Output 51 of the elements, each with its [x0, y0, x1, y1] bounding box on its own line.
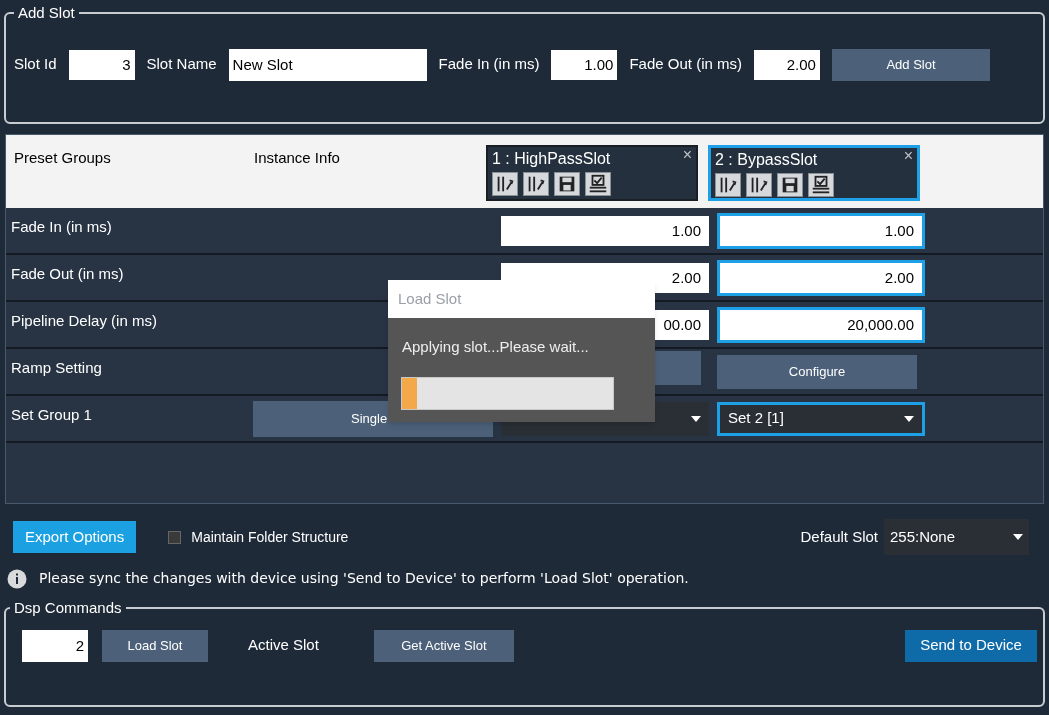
slot-title: 2 : BypassSlot	[715, 150, 818, 170]
row-label: Fade Out (in ms)	[10, 264, 125, 284]
dialog-title: Load Slot	[398, 288, 462, 309]
slot-card[interactable]: 1 : HighPassSlot ×	[486, 145, 698, 201]
info-icon	[7, 568, 27, 589]
column-header: Preset Groups	[13, 148, 112, 168]
slot-card[interactable]: 2 : BypassSlot ×	[708, 145, 920, 201]
info-message: Please sync the changes with device using 'Send to Device' to perform 'Load Slot' operation.	[39, 569, 689, 588]
group-title: Dsp Commands	[13, 598, 123, 618]
configure-button[interactable]: Configure	[717, 354, 917, 389]
checklist-icon[interactable]	[808, 173, 834, 197]
caret-icon	[691, 415, 701, 422]
dialog-message: Applying slot...Please wait...	[402, 337, 589, 357]
send-to-device-button[interactable]: Send to Device	[905, 629, 1037, 662]
field-label: Slot Id	[14, 54, 57, 75]
group-title: Add Slot	[17, 3, 76, 23]
row-label: Set Group 1	[10, 405, 93, 425]
field-label: Fade In (in ms)	[438, 54, 540, 75]
fade-out-field[interactable]: 2.00	[753, 49, 820, 80]
field-label: Fade Out (in ms)	[629, 54, 742, 75]
load-slot-button[interactable]: Load Slot	[102, 629, 208, 662]
row-label: Ramp Setting	[10, 358, 103, 378]
slot-name-field[interactable]: New Slot	[228, 48, 427, 81]
add-slot-button[interactable]: Add Slot	[831, 48, 990, 81]
row-label: Pipeline Delay (in ms)	[10, 311, 158, 331]
default-slot-dropdown[interactable]: 255:None	[884, 519, 1029, 555]
save-icon[interactable]	[554, 172, 580, 196]
checklist-icon[interactable]	[585, 172, 611, 196]
get-active-slot-button[interactable]: Get Active Slot	[373, 629, 514, 662]
save-icon[interactable]	[777, 173, 803, 197]
field-label: Default Slot	[800, 526, 878, 547]
active-slot-label: Active Slot	[248, 635, 319, 656]
set-dropdown[interactable]: Set 2 [1]	[717, 401, 925, 436]
sliders-icon[interactable]	[492, 172, 518, 196]
field-label: Slot Name	[146, 54, 217, 75]
slot-number-field[interactable]: 2	[22, 629, 88, 662]
column-header: Instance Info	[253, 148, 341, 168]
value-field[interactable]: 1.00	[717, 212, 925, 249]
close-button[interactable]: ×	[682, 147, 692, 163]
close-button[interactable]: ×	[903, 148, 913, 164]
checkbox-label: Maintain Folder Structure	[191, 527, 349, 547]
value-field[interactable]: 2.00	[717, 259, 925, 296]
fade-in-field[interactable]: 1.00	[551, 49, 618, 80]
checkbox[interactable]	[168, 530, 182, 544]
slot-id-field[interactable]: 3	[68, 49, 135, 80]
row-label: Fade In (in ms)	[10, 217, 113, 237]
caret-icon	[1013, 534, 1023, 540]
slot-title: 1 : HighPassSlot	[492, 149, 611, 169]
value-field[interactable]: 20,000.00	[717, 306, 925, 343]
caret-icon	[904, 415, 914, 422]
sliders-icon[interactable]	[715, 173, 741, 197]
